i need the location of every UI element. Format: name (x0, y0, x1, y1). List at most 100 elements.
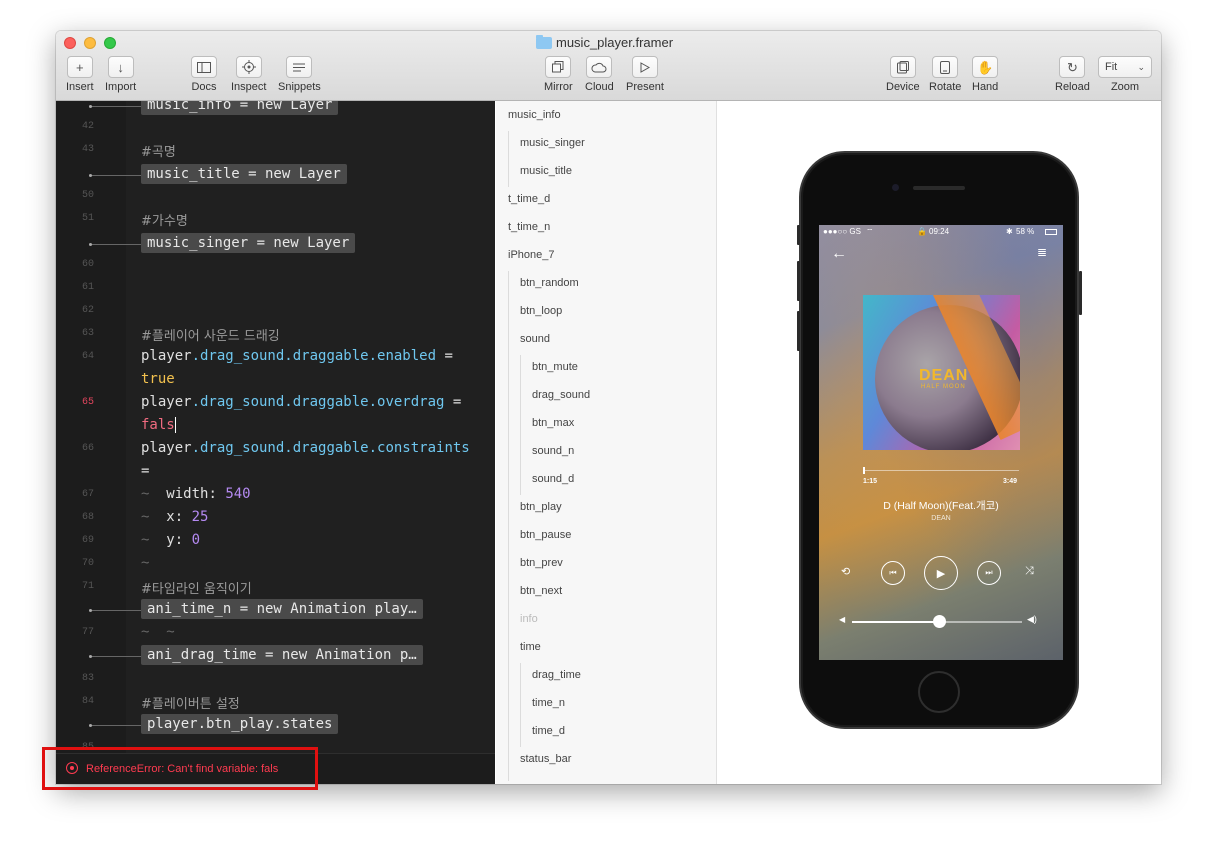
layer-item[interactable]: sound (520, 333, 550, 345)
cloud-button[interactable] (586, 56, 613, 78)
line-number: 61 (81, 282, 94, 293)
code-comment[interactable]: #가수명 (141, 210, 188, 229)
zoom-tool[interactable]: Fit ⌄ Zoom (1098, 56, 1152, 93)
layer-item-hidden[interactable]: info (520, 613, 538, 625)
repeat-icon[interactable]: ⟲ (841, 565, 850, 578)
docs-button[interactable] (191, 56, 217, 78)
hand-button[interactable]: ✋ (972, 56, 999, 78)
time-progress-handle[interactable] (863, 467, 865, 474)
layer-item[interactable]: music_title (520, 165, 572, 177)
device-preview[interactable]: ●●●○○ GS ⌔ 🔒 09:24 ✱ 58 % ← ≣ DEAN HALF … (717, 101, 1161, 784)
layer-item[interactable]: btn_pause (520, 529, 571, 541)
minimize-window-button[interactable] (84, 37, 96, 49)
code-line-drag-enabled[interactable]: player.drag_sound.draggable.enabled = (141, 348, 453, 364)
import-tool[interactable]: ↓ Import (105, 56, 136, 93)
code-editor[interactable]: 42 43 50 51 60 61 62 63 64 65 66 67 68 6… (56, 101, 495, 784)
layers-panel[interactable]: music_info music_singer music_title t_ti… (496, 101, 717, 784)
layer-item[interactable]: t_time_d (508, 193, 550, 205)
fold-connector (92, 656, 141, 657)
fold-connector (92, 244, 141, 245)
layer-item[interactable]: sound_n (532, 445, 574, 457)
folded-code-btn-play-states[interactable]: player.btn_play.states (141, 714, 339, 734)
zoom-select[interactable]: Fit ⌄ (1098, 56, 1152, 78)
layer-item[interactable]: music_singer (520, 137, 585, 149)
volume-slider-knob[interactable] (933, 615, 946, 628)
code-line-width[interactable]: ~ width: 540 (141, 486, 251, 502)
hand-tool[interactable]: ✋ Hand (972, 56, 998, 93)
code-line-true[interactable]: true (141, 371, 175, 387)
device-button[interactable] (889, 56, 916, 78)
layer-item[interactable]: btn_play (520, 501, 562, 513)
present-button[interactable] (631, 56, 658, 78)
download-arrow-icon: ↓ (117, 59, 124, 75)
layer-item[interactable]: drag_sound (532, 389, 590, 401)
code-line-empty[interactable]: ~ ~ (141, 624, 175, 640)
layer-item[interactable]: music_info (508, 109, 561, 121)
earpiece-speaker (913, 186, 965, 190)
power-side-button (1079, 271, 1082, 315)
mirror-button[interactable] (545, 56, 572, 78)
next-track-button[interactable]: ⏭ (977, 561, 1001, 585)
volume-mute-icon[interactable]: ◀ (839, 615, 845, 624)
layer-item[interactable]: btn_next (520, 585, 562, 597)
present-tool[interactable]: Present (626, 56, 664, 93)
volume-max-icon[interactable]: ◀) (1027, 614, 1037, 625)
device-tool[interactable]: Device (886, 56, 920, 93)
code-line-drag-overdrag[interactable]: player.drag_sound.draggable.overdrag = (141, 394, 461, 410)
folded-code-music-singer[interactable]: music_singer = new Layer (141, 233, 356, 253)
zoom-window-button[interactable] (104, 37, 116, 49)
snippets-tool[interactable]: Snippets (278, 56, 321, 93)
time-progress-track[interactable] (863, 470, 1019, 471)
close-window-button[interactable] (64, 37, 76, 49)
layer-item[interactable]: btn_prev (520, 557, 563, 569)
insert-tool[interactable]: + Insert (66, 56, 94, 93)
layer-item[interactable]: btn_mute (532, 361, 578, 373)
code-line-equals[interactable]: = (141, 463, 149, 479)
snippets-button[interactable] (286, 56, 313, 78)
layer-item[interactable]: sound_d (532, 473, 574, 485)
code-line-empty[interactable]: ~ (141, 555, 149, 571)
code-comment[interactable]: #타임라인 움직이기 (141, 578, 252, 597)
volume-up-side-button (797, 261, 800, 301)
playlist-icon[interactable]: ≣ (1037, 245, 1047, 259)
shuffle-icon[interactable]: ⤨ (1025, 565, 1034, 578)
code-line-drag-constraints[interactable]: player.drag_sound.draggable.constraints (141, 440, 470, 456)
layer-item[interactable]: btn_max (532, 417, 574, 429)
cloud-tool[interactable]: Cloud (585, 56, 614, 93)
back-arrow-icon[interactable]: ← (831, 245, 847, 263)
insert-button[interactable]: + (66, 56, 93, 78)
home-button[interactable] (918, 671, 960, 713)
play-button[interactable]: ▶ (924, 556, 958, 590)
reload-tool[interactable]: ↻ Reload (1055, 56, 1090, 93)
code-line-y[interactable]: ~ y: 0 (141, 532, 200, 548)
mirror-tool[interactable]: Mirror (544, 56, 573, 93)
code-comment[interactable]: #플레이버튼 설정 (141, 693, 240, 712)
code-comment[interactable]: #곡명 (141, 141, 176, 160)
layer-item[interactable]: drag_time (532, 669, 581, 681)
reload-button[interactable]: ↻ (1059, 56, 1086, 78)
inspect-button[interactable] (235, 56, 262, 78)
folded-code-ani-drag-time[interactable]: ani_drag_time = new Animation p… (141, 645, 423, 665)
layer-item[interactable]: time_d (532, 725, 565, 737)
layer-item[interactable]: status_bar (520, 753, 571, 765)
layer-item[interactable]: time (520, 641, 541, 653)
layer-item[interactable]: iPhone_7 (508, 249, 555, 261)
folded-code-ani-time-n[interactable]: ani_time_n = new Animation play… (141, 599, 423, 619)
docs-tool[interactable]: Docs (191, 56, 217, 93)
layer-item[interactable]: btn_random (520, 277, 579, 289)
rotate-tool[interactable]: Rotate (929, 56, 961, 93)
code-line-x[interactable]: ~ x: 25 (141, 509, 208, 525)
code-comment[interactable]: #플레이어 사운드 드래깅 (141, 325, 280, 344)
phone-screen[interactable]: ●●●○○ GS ⌔ 🔒 09:24 ✱ 58 % ← ≣ DEAN HALF … (819, 225, 1063, 660)
layer-item[interactable]: time_n (532, 697, 565, 709)
layer-item[interactable]: btn_loop (520, 305, 562, 317)
inspect-tool[interactable]: Inspect (231, 56, 266, 93)
layer-item[interactable]: t_time_n (508, 221, 550, 233)
code-line-fals[interactable]: fals (141, 417, 176, 433)
folded-code-music-info[interactable]: music_info = new Layer (141, 101, 339, 115)
rotate-button[interactable] (932, 56, 959, 78)
import-button[interactable]: ↓ (107, 56, 134, 78)
folded-code-music-title[interactable]: music_title = new Layer (141, 164, 347, 184)
previous-track-button[interactable]: ⏮ (881, 561, 905, 585)
volume-down-side-button (797, 311, 800, 351)
